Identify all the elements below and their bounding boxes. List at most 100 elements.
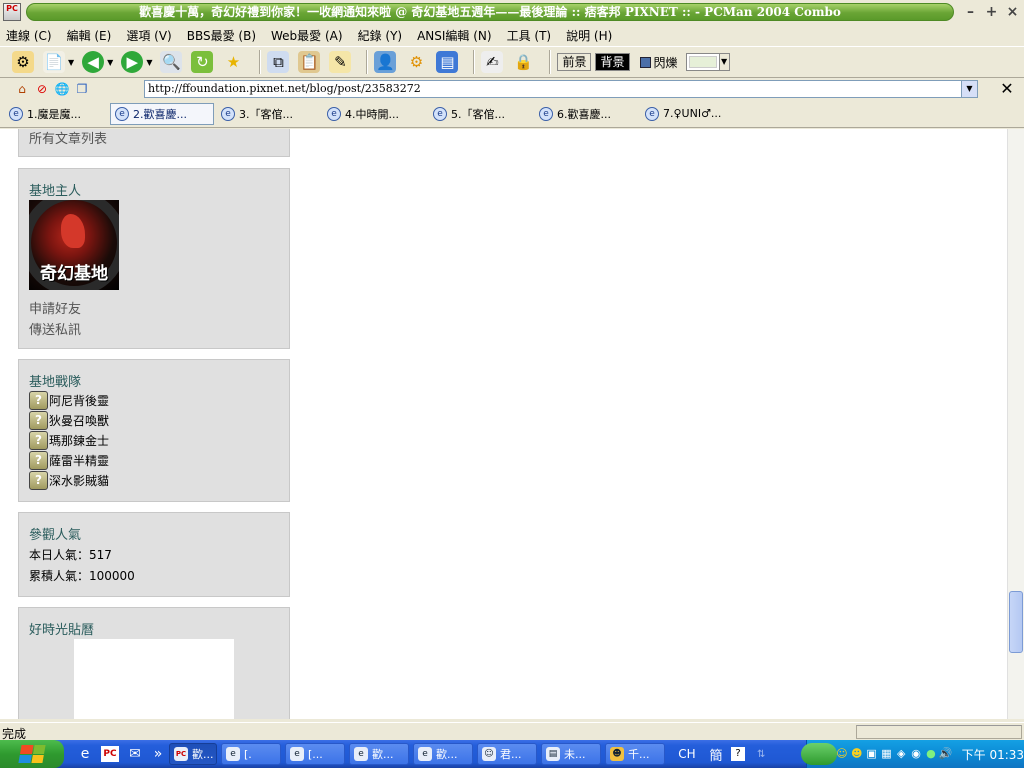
tab-1[interactable]: e 1.魔是魔...: [4, 103, 108, 125]
forward-icon[interactable]: ▶: [121, 51, 144, 73]
squad-member[interactable]: ? 阿尼背後靈: [29, 390, 109, 410]
edit-icon[interactable]: ✍: [481, 51, 504, 73]
all-articles-link[interactable]: 所有文章列表: [29, 129, 107, 147]
taskbar-button[interactable]: e 歡...: [349, 743, 409, 765]
tab-label: 4.中時開...: [345, 107, 399, 121]
tab-4[interactable]: e 4.中時開...: [322, 103, 426, 125]
display-icon[interactable]: ▦: [879, 746, 893, 762]
globe-icon[interactable]: 🌐: [54, 81, 70, 97]
refresh-icon[interactable]: ↻: [191, 51, 214, 73]
settings-gear-icon[interactable]: ⚙: [405, 51, 427, 73]
home-icon[interactable]: ⌂: [14, 81, 30, 97]
copy-icon[interactable]: ⧉: [267, 51, 290, 73]
language-indicator[interactable]: CH: [675, 747, 699, 761]
clock[interactable]: 下午 01:33: [962, 746, 1024, 763]
taskbar-button[interactable]: e [.: [221, 743, 281, 765]
security-icon[interactable]: ◈: [894, 746, 908, 762]
chevron-down-icon[interactable]: ▼: [718, 54, 729, 70]
minimize-button[interactable]: –: [962, 4, 979, 21]
archive-box: 所有文章列表: [18, 129, 290, 157]
url-input[interactable]: http://ffoundation.pixnet.net/blog/post/…: [144, 80, 978, 98]
outlook-icon[interactable]: ✉: [124, 743, 146, 765]
pcman-quicklaunch-icon[interactable]: PC: [101, 746, 119, 762]
dropdown-arrow-icon[interactable]: ▼: [68, 58, 74, 67]
menu-ansi-edit[interactable]: ANSI編輯 (N): [417, 27, 492, 44]
emoticon-icon[interactable]: ☺: [835, 746, 849, 762]
squad-member[interactable]: ? 薩雷半精靈: [29, 450, 109, 470]
volume-icon[interactable]: 🔊: [939, 746, 953, 762]
lock-icon[interactable]: 🔒: [512, 51, 534, 73]
calendar-widget[interactable]: [74, 639, 234, 719]
taskbar-button[interactable]: e [...: [285, 743, 345, 765]
close-window-button[interactable]: ×: [1004, 4, 1021, 21]
tab-3[interactable]: e 3.「客倌...: [216, 103, 320, 125]
add-friend-link[interactable]: 申請好友: [29, 298, 81, 317]
chevron-down-icon[interactable]: ▼: [961, 81, 977, 97]
taskbar-button[interactable]: e 歡...: [413, 743, 473, 765]
connect-icon[interactable]: ⚙: [12, 51, 34, 73]
paste-icon[interactable]: 📋: [298, 51, 321, 73]
search-icon[interactable]: 🔍: [160, 51, 183, 73]
foreground-color-button[interactable]: 前景: [557, 53, 592, 71]
menu-edit[interactable]: 編輯 (E): [67, 27, 112, 44]
unknown-member-icon: ?: [29, 390, 48, 410]
close-tab-icon[interactable]: ✕: [996, 80, 1018, 98]
new-page-icon[interactable]: 📄: [43, 51, 65, 73]
start-button[interactable]: [0, 740, 64, 768]
web-page-icon: e: [645, 106, 659, 121]
back-icon[interactable]: ◀: [82, 51, 105, 73]
taskbar-button[interactable]: ☺ 君...: [477, 743, 537, 765]
send-message-link[interactable]: 傳送私訊: [29, 319, 81, 338]
smiley-icon: ☻: [610, 747, 624, 761]
tab-6[interactable]: e 6.歡喜慶...: [534, 103, 638, 125]
menu-options[interactable]: 選項 (V): [126, 27, 171, 44]
blink-checkbox[interactable]: [639, 56, 651, 68]
ime-indicator[interactable]: 簡: [705, 745, 727, 764]
users-icon[interactable]: 👤: [374, 51, 397, 73]
menu-bbs-favorites[interactable]: BBS最愛 (B): [187, 27, 256, 44]
window-copy-icon[interactable]: ❐: [74, 81, 90, 97]
squad-member[interactable]: ? 狄曼召喚獸: [29, 410, 109, 430]
menu-history[interactable]: 紀錄 (Y): [358, 27, 403, 44]
squad-member[interactable]: ? 瑪那鍊金士: [29, 430, 109, 450]
tab-2[interactable]: e 2.歡喜慶...: [110, 102, 214, 125]
tab-7[interactable]: e 7.♀UNI♂...: [640, 103, 744, 125]
web-page-icon: e: [539, 106, 553, 121]
ie-icon[interactable]: e: [74, 743, 96, 765]
window-icon[interactable]: ▤: [436, 51, 459, 73]
title-bar[interactable]: PC 歡喜慶十萬，奇幻好禮到你家！一收網通知來啦 @ 奇幻基地五週年——最後理論…: [0, 0, 1024, 24]
dropdown-arrow-icon[interactable]: ▼: [146, 58, 152, 67]
notes-icon[interactable]: ✎: [329, 51, 352, 73]
menu-tools[interactable]: 工具 (T): [507, 27, 552, 44]
owner-avatar[interactable]: 奇幻基地: [29, 200, 119, 290]
dropdown-arrow-icon[interactable]: ▼: [107, 58, 113, 67]
tray-expand-button[interactable]: [801, 743, 837, 765]
tab-5[interactable]: e 5.「客倌...: [428, 103, 532, 125]
squad-list: ? 阿尼背後靈 ? 狄曼召喚獸 ? 瑪那鍊金士 ? 薩雷半精靈 ? 深水影賊貓: [29, 390, 109, 490]
taskbar: e PC ✉ » PC 歡... e [. e [... e 歡... e 歡... ☺ 君…: [0, 740, 1024, 768]
network-icon[interactable]: ▣: [865, 746, 879, 762]
scrollbar-thumb[interactable]: [1009, 591, 1023, 653]
connection-icon[interactable]: ◉: [909, 746, 923, 762]
background-color-button[interactable]: 背景: [595, 53, 630, 71]
squad-member[interactable]: ? 深水影賊貓: [29, 470, 109, 490]
chevron-right-icon[interactable]: »: [151, 743, 165, 765]
maximize-button[interactable]: +: [983, 4, 1000, 21]
pcman-logo-icon[interactable]: PC: [3, 3, 21, 21]
stop-icon[interactable]: ⊘: [34, 81, 50, 97]
menu-connection[interactable]: 連線 (C): [6, 27, 52, 44]
favorites-star-icon[interactable]: ★: [222, 51, 244, 73]
taskbar-button[interactable]: PC 歡...: [169, 743, 217, 765]
color-select[interactable]: ▼: [685, 53, 730, 71]
status-icon[interactable]: ●: [924, 746, 938, 762]
menu-help[interactable]: 說明 (H): [566, 27, 612, 44]
member-name: 阿尼背後靈: [49, 393, 110, 408]
owner-title: 基地主人: [29, 184, 82, 199]
messenger-tray-icon[interactable]: ☻: [850, 746, 864, 762]
taskbar-button[interactable]: ▤ 未...: [541, 743, 601, 765]
url-text: http://ffoundation.pixnet.net/blog/post/…: [148, 82, 421, 95]
help-icon[interactable]: ?: [731, 747, 745, 761]
menu-web-favorites[interactable]: Web最愛 (A): [271, 27, 343, 44]
taskbar-button[interactable]: ☻ 千...: [605, 743, 665, 765]
vertical-scrollbar[interactable]: [1007, 129, 1024, 719]
